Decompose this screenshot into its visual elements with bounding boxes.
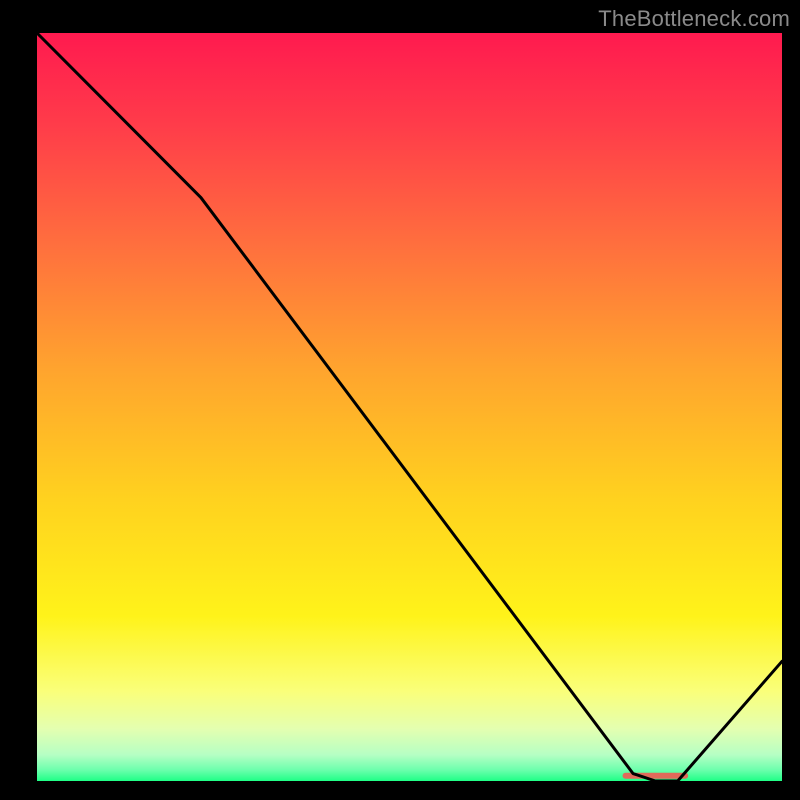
- chart-svg: [0, 0, 800, 800]
- chart-container: TheBottleneck.com: [0, 0, 800, 800]
- watermark-label: TheBottleneck.com: [598, 6, 790, 32]
